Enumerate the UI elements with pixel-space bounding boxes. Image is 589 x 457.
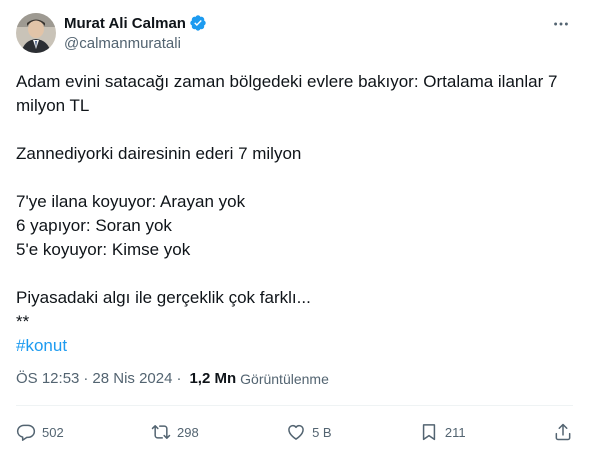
bookmark-icon [422,424,436,441]
bookmark-count: 211 [444,424,466,440]
name-row: Murat Ali Calman [64,12,207,34]
tweet-line: Adam evini satacağı zaman bölgedeki evle… [16,72,558,91]
meta-separator: · [176,370,182,387]
tweet-line: ** [16,312,30,331]
tweet-line: 5'e koyuyor: Kimse yok [16,240,191,259]
hashtag-link[interactable]: #konut [16,336,67,355]
tweet-header: Murat Ali Calman @calmanmuratali [16,10,573,58]
divider [16,405,573,406]
repost-count: 298 [177,424,199,440]
tweet-time[interactable]: ÖS 12:53 [16,370,79,387]
tweet-line: 7'ye ilana koyuyor: Arayan yok [16,192,246,211]
bookmark-button[interactable]: 211 [419,422,466,442]
author-display-name[interactable]: Murat Ali Calman [64,15,186,32]
meta-separator: · [83,370,89,387]
action-bar: 502 298 5 B 211 [16,418,573,446]
author-handle[interactable]: @calmanmuratali [64,35,207,52]
reply-icon [16,424,36,441]
tweet-line: milyon TL [16,96,90,115]
views-count: 1,2 Mn [189,370,237,387]
author-names: Murat Ali Calman @calmanmuratali [64,10,207,52]
tweet-line: Piyasadaki algı ile gerçeklik çok farklı… [16,288,311,307]
tweet-date[interactable]: 28 Nis 2024 [92,370,172,387]
like-icon [288,424,304,440]
tweet-meta: ÖS 12:53 · 28 Nis 2024 · 1,2 Mn Görüntül… [16,370,329,387]
share-icon [555,423,571,441]
tweet-text: Adam evini satacağı zaman bölgedeki evle… [16,70,573,358]
reply-button[interactable]: 502 [16,422,64,442]
like-count: 5 B [312,424,332,440]
repost-button[interactable]: 298 [151,422,199,442]
repost-icon [151,425,171,439]
like-button[interactable]: 5 B [286,422,332,442]
avatar[interactable] [16,13,56,53]
tweet-line: Zannediyorki dairesinin ederi 7 milyon [16,144,302,163]
views-label: Görüntülenme [240,370,329,387]
more-options-icon[interactable] [551,14,571,34]
reply-count: 502 [42,424,64,440]
share-button[interactable] [553,422,573,442]
verified-badge-icon[interactable] [189,14,207,32]
tweet-card: Murat Ali Calman @calmanmuratali Adam ev… [0,0,589,457]
tweet-line: 6 yapıyor: Soran yok [16,216,172,235]
